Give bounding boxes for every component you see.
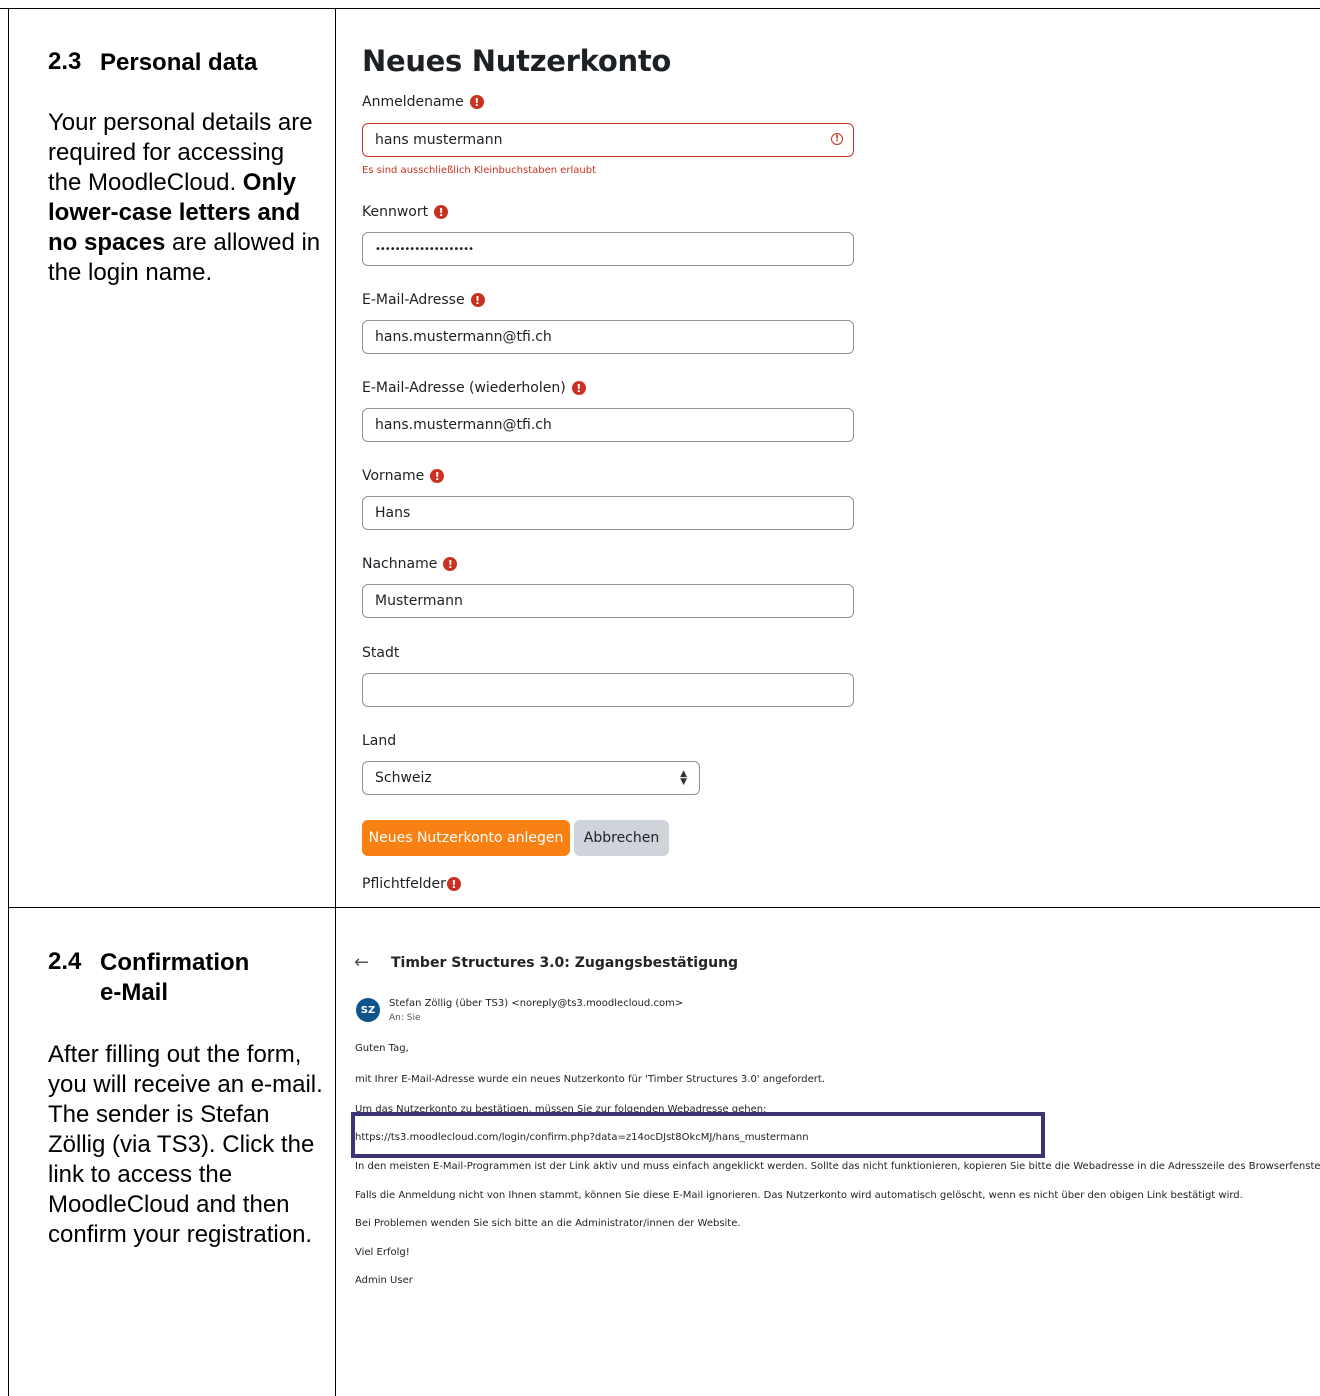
label-text: Stadt xyxy=(362,645,400,661)
label-text: E-Mail-Adresse (wiederholen) xyxy=(362,380,566,396)
select-arrow-icon: ▲ ▼ xyxy=(680,769,687,787)
required-icon: ! xyxy=(571,381,586,395)
email-greeting: Guten Tag, xyxy=(355,1043,409,1054)
email-signature: Admin User xyxy=(355,1275,413,1286)
lastname-input[interactable]: Mustermann xyxy=(362,584,854,618)
error-icon: ! xyxy=(831,133,843,145)
input-value: Mustermann xyxy=(375,593,463,609)
email-body-line: In den meisten E-Mail-Programmen ist der… xyxy=(355,1161,1320,1172)
table-row-divider xyxy=(8,907,1320,908)
password-input[interactable]: •••••••••••••••••••• xyxy=(362,232,854,266)
section-title-line1: Confirmation xyxy=(100,949,250,976)
section-number: 2.4 xyxy=(48,948,82,975)
section-title-line2: e-Mail xyxy=(100,979,169,1006)
label-text: Kennwort xyxy=(362,204,429,220)
create-account-button[interactable]: Neues Nutzerkonto anlegen xyxy=(362,820,570,856)
required-icon: ! xyxy=(430,469,445,483)
email-repeat-input[interactable]: hans.mustermann@tfi.ch xyxy=(362,408,854,442)
label-password: Kennwort ! xyxy=(362,204,449,220)
avatar: SZ xyxy=(356,998,380,1022)
city-input[interactable] xyxy=(362,673,854,707)
back-arrow-icon[interactable]: ← xyxy=(354,952,369,973)
table-border-left xyxy=(8,8,9,1396)
username-error-message: Es sind ausschließlich Kleinbuchstaben e… xyxy=(362,165,597,176)
email-subject: Timber Structures 3.0: Zugangsbestätigun… xyxy=(391,955,739,971)
label-firstname: Vorname ! xyxy=(362,468,445,484)
required-fields-note: Pflichtfelder ! xyxy=(362,876,461,892)
label-text: Land xyxy=(362,733,397,749)
form-title: Neues Nutzerkonto xyxy=(362,44,672,78)
section-description-confirmation: After filling out the form, you will rec… xyxy=(48,1041,323,1248)
input-value: hans.mustermann@tfi.ch xyxy=(375,417,552,433)
table-column-divider xyxy=(335,8,336,1396)
email-sender: Stefan Zöllig (über TS3) <noreply@ts3.mo… xyxy=(389,998,684,1009)
email-recipient: An: Sie xyxy=(389,1013,421,1023)
link-highlight-box xyxy=(351,1112,1045,1158)
email-closing: Viel Erfolg! xyxy=(355,1247,410,1258)
firstname-input[interactable]: Hans xyxy=(362,496,854,530)
label-email-repeat: E-Mail-Adresse (wiederholen) ! xyxy=(362,380,586,396)
table-border-top xyxy=(0,8,1320,9)
section-description-personal-data: Your personal details are required for a… xyxy=(48,108,323,288)
required-icon: ! xyxy=(443,557,458,571)
label-username: Anmeldename ! xyxy=(362,94,484,110)
required-note-text: Pflichtfelder xyxy=(362,876,446,892)
label-city: Stadt xyxy=(362,645,399,661)
input-value: hans mustermann xyxy=(375,132,503,148)
cancel-button[interactable]: Abbrechen xyxy=(574,820,669,856)
input-value: •••••••••••••••••••• xyxy=(375,243,474,255)
email-body-line: Falls die Anmeldung nicht von Ihnen stam… xyxy=(355,1190,1243,1201)
input-value: hans.mustermann@tfi.ch xyxy=(375,329,552,345)
label-lastname: Nachname ! xyxy=(362,556,458,572)
section-title: Personal data xyxy=(100,49,258,76)
country-select[interactable]: Schweiz ▲ ▼ xyxy=(362,761,700,795)
email-body-line: mit Ihrer E-Mail-Adresse wurde ein neues… xyxy=(355,1074,825,1085)
label-text: Vorname xyxy=(362,468,425,484)
label-text: E-Mail-Adresse xyxy=(362,292,465,308)
required-icon: ! xyxy=(470,293,485,307)
email-body-line: Bei Problemen wenden Sie sich bitte an d… xyxy=(355,1218,741,1229)
label-email: E-Mail-Adresse ! xyxy=(362,292,485,308)
required-icon: ! xyxy=(469,95,484,109)
required-icon: ! xyxy=(434,205,449,219)
select-value: Schweiz xyxy=(375,770,432,786)
email-input[interactable]: hans.mustermann@tfi.ch xyxy=(362,320,854,354)
required-icon: ! xyxy=(446,877,461,891)
section-number: 2.3 xyxy=(48,48,82,75)
input-value: Hans xyxy=(375,505,411,521)
label-country: Land xyxy=(362,733,396,749)
username-input[interactable]: hans mustermann ! xyxy=(362,123,854,157)
label-text: Nachname xyxy=(362,556,438,572)
label-text: Anmeldename xyxy=(362,94,464,110)
